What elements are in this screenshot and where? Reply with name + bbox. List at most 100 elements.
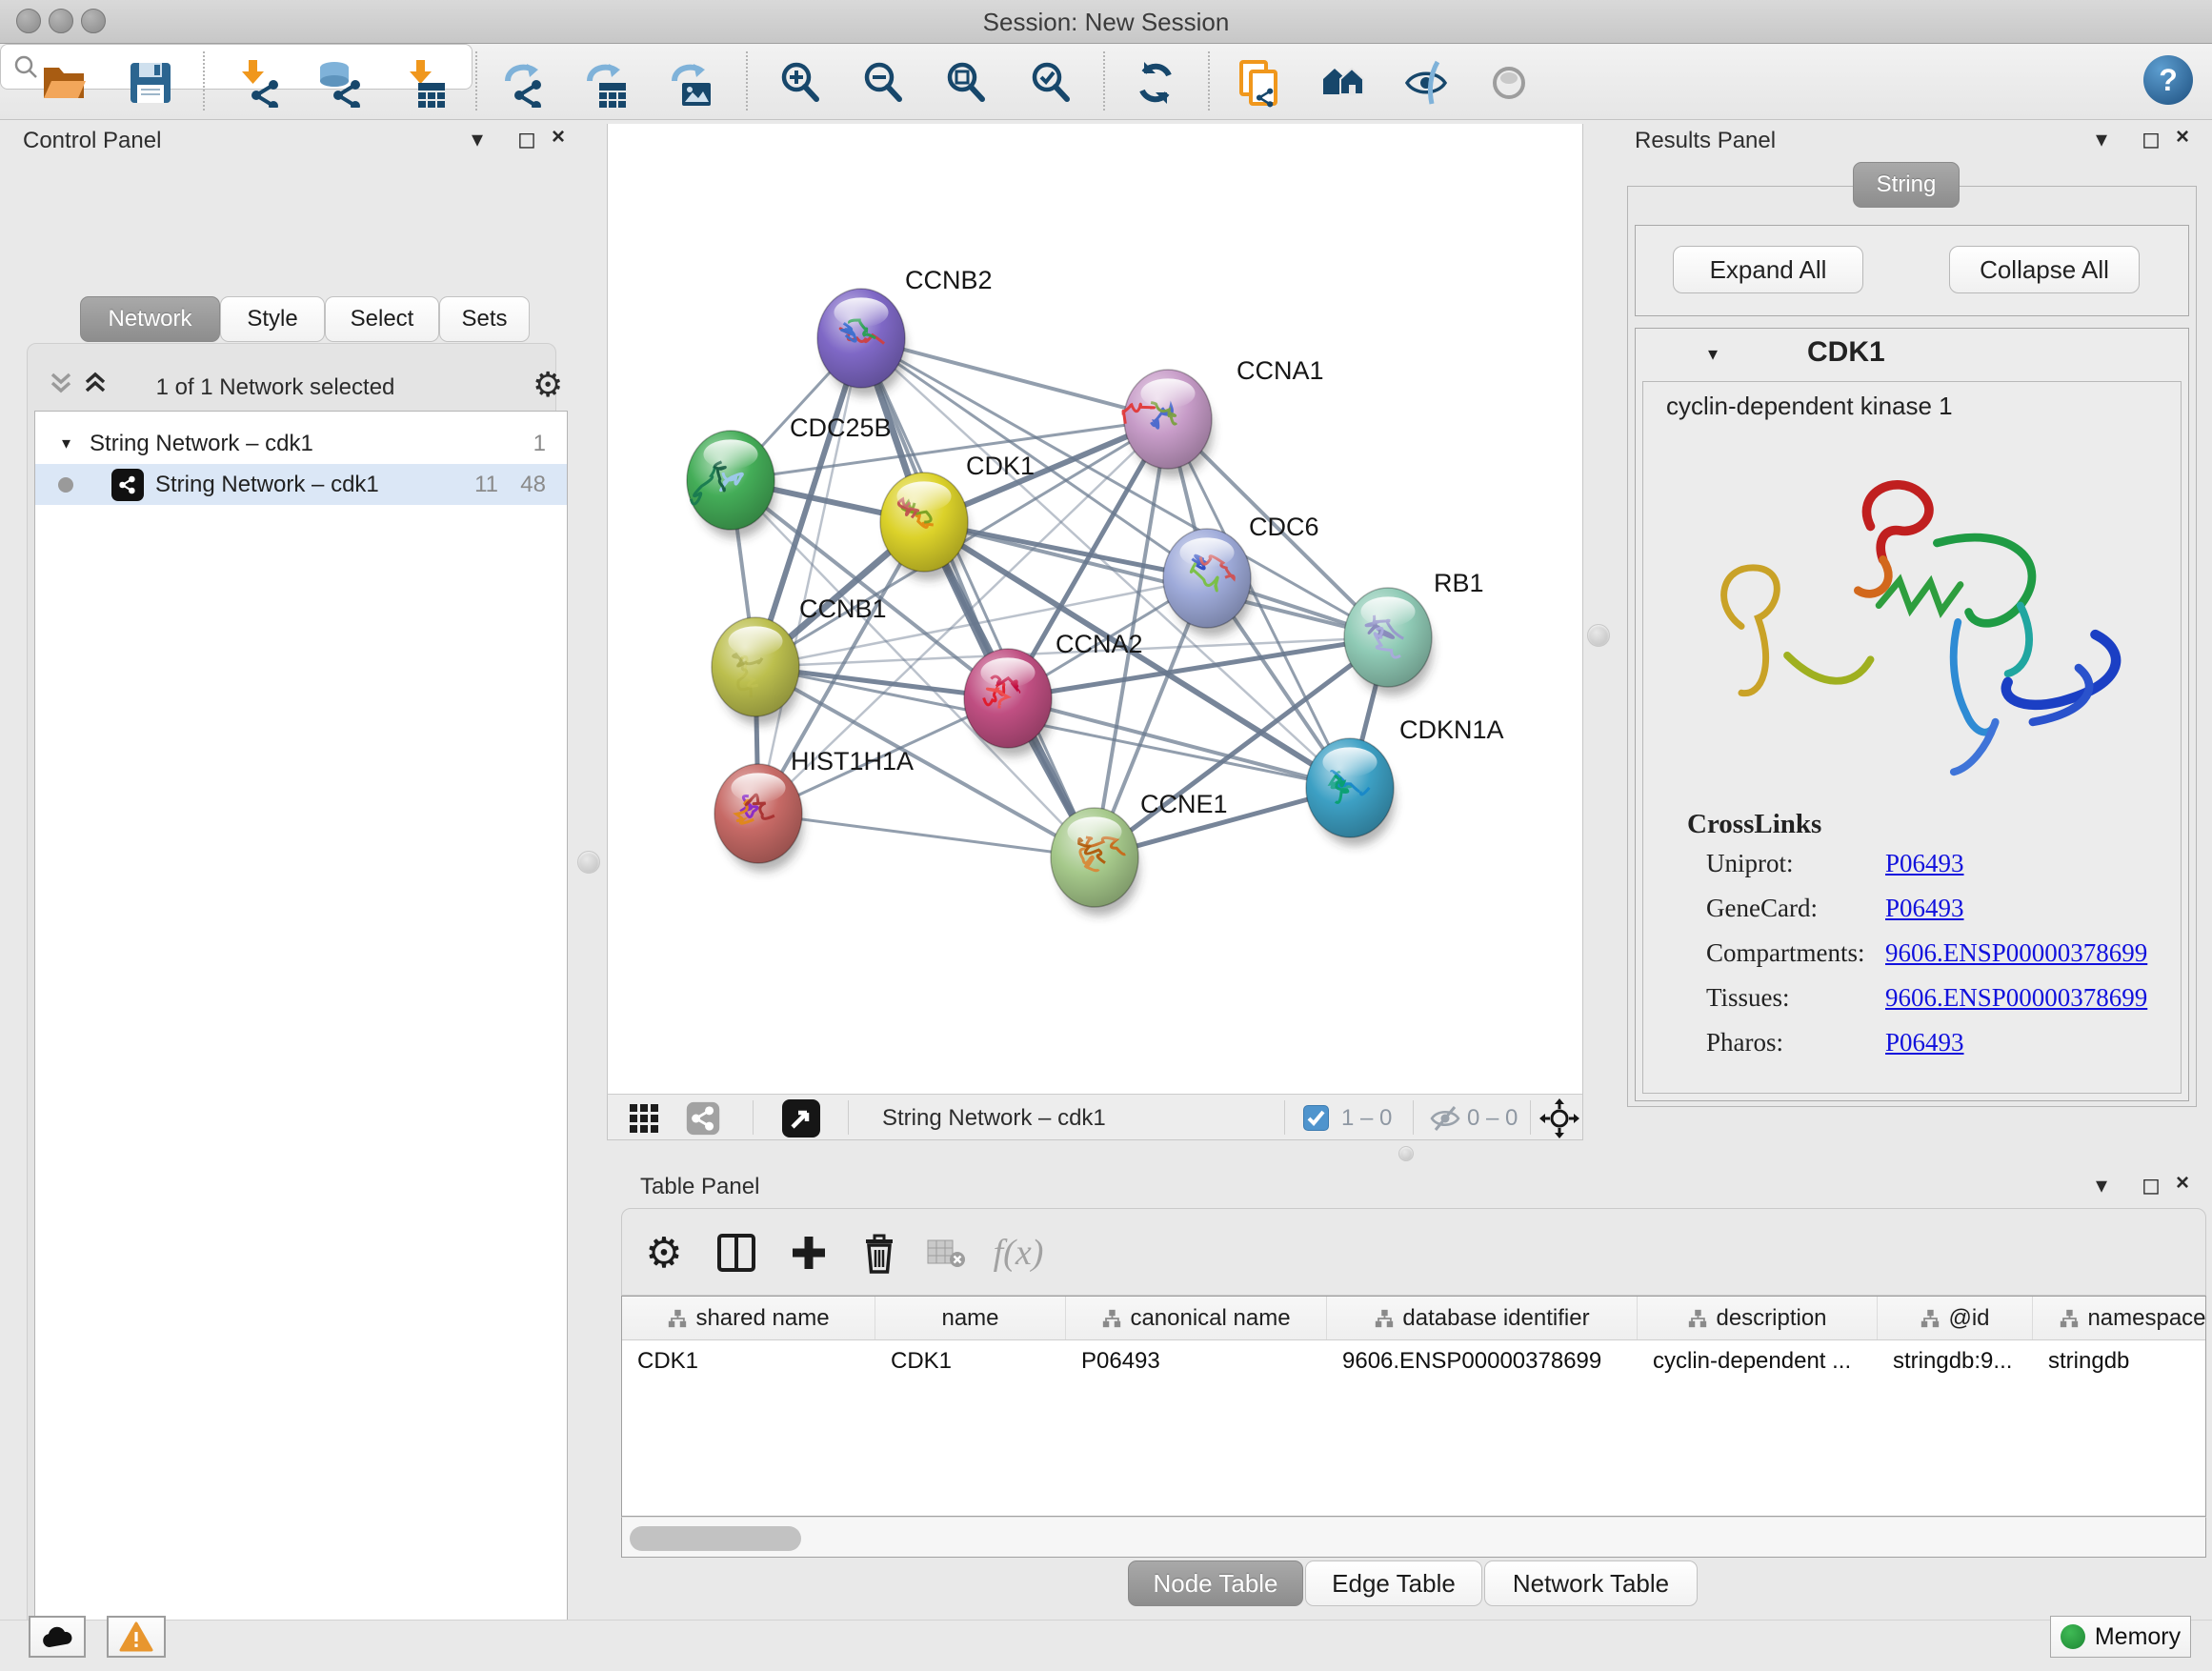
control-panel-collapse-icon[interactable]: ▾ xyxy=(472,126,483,153)
tab-select[interactable]: Select xyxy=(325,296,439,342)
horizontal-splitter-handle[interactable] xyxy=(1398,1146,1414,1161)
refresh-view-button[interactable] xyxy=(1128,55,1183,111)
node-CCNB2[interactable] xyxy=(817,289,906,396)
node-RB1[interactable] xyxy=(1344,588,1433,695)
node-CDK1[interactable] xyxy=(880,473,969,580)
table-cell[interactable]: CDK1 xyxy=(875,1340,1066,1382)
birds-eye-view-icon[interactable] xyxy=(781,1098,821,1138)
tab-style[interactable]: Style xyxy=(220,296,325,342)
table-cell[interactable]: cyclin-dependent ... xyxy=(1638,1340,1878,1382)
table-cell[interactable]: stringdb xyxy=(2033,1340,2206,1382)
crosslink-value-link[interactable]: P06493 xyxy=(1885,1028,1964,1057)
cloud-status-button[interactable] xyxy=(29,1616,86,1658)
tab-sets[interactable]: Sets xyxy=(439,296,530,342)
table-panel-collapse-icon[interactable]: ▾ xyxy=(2096,1172,2107,1199)
results-panel-float-icon[interactable]: ◻ xyxy=(2142,126,2161,153)
first-neighbors-button[interactable] xyxy=(1317,55,1372,111)
export-image-button[interactable] xyxy=(664,55,719,111)
table-cell[interactable]: stringdb:9... xyxy=(1878,1340,2033,1382)
edge-HIST1H1A-CCNE1[interactable] xyxy=(758,814,1095,857)
tab-string[interactable]: String xyxy=(1853,162,1960,208)
scrollbar-thumb[interactable] xyxy=(630,1526,801,1551)
node-HIST1H1A[interactable] xyxy=(714,764,803,872)
selected-nodes-checkbox[interactable] xyxy=(1303,1105,1329,1131)
column-header-canonical-name[interactable]: canonical name xyxy=(1066,1297,1327,1339)
hide-selected-button[interactable] xyxy=(1400,55,1456,111)
export-network-button[interactable] xyxy=(497,55,553,111)
zoom-in-button[interactable] xyxy=(773,55,828,111)
warning-button[interactable] xyxy=(107,1616,166,1658)
delete-column-trash-icon[interactable] xyxy=(853,1226,906,1279)
create-column-plus-icon[interactable] xyxy=(782,1226,835,1279)
import-table-file-button[interactable] xyxy=(398,55,453,111)
crosslinks-title: CrossLinks xyxy=(1687,809,1821,840)
column-header--id[interactable]: @id xyxy=(1878,1297,2033,1339)
control-panel-float-icon[interactable]: ◻ xyxy=(517,126,536,153)
zoom-out-button[interactable] xyxy=(855,55,911,111)
share-view-icon[interactable] xyxy=(686,1101,720,1136)
collapse-all-button[interactable]: Collapse All xyxy=(1949,246,2140,293)
tree-expander-icon[interactable]: ▾ xyxy=(62,433,70,453)
node-CCNB1[interactable] xyxy=(712,617,800,725)
table-cell[interactable]: CDK1 xyxy=(622,1340,875,1382)
network-canvas[interactable]: CCNB2CCNA1CDC25BCDK1CDC6RB1CCNB1CCNA2CDK… xyxy=(607,124,1583,1094)
save-session-button[interactable] xyxy=(123,55,178,111)
table-cell[interactable]: 9606.ENSP00000378699 xyxy=(1327,1340,1638,1382)
memory-button[interactable]: Memory xyxy=(2050,1616,2191,1658)
column-header-database-identifier[interactable]: database identifier xyxy=(1327,1297,1638,1339)
table-cell[interactable]: P06493 xyxy=(1066,1340,1327,1382)
crosslink-value-link[interactable]: 9606.ENSP00000378699 xyxy=(1885,938,2147,968)
column-header-namespace[interactable]: namespace xyxy=(2033,1297,2206,1339)
network-options-gear-icon[interactable]: ⚙ xyxy=(533,365,563,405)
node-CDC25B[interactable] xyxy=(687,431,775,538)
crosslink-value-link[interactable]: 9606.ENSP00000378699 xyxy=(1885,983,2147,1013)
column-header-shared-name[interactable]: shared name xyxy=(622,1297,875,1339)
column-header-name[interactable]: name xyxy=(875,1297,1066,1339)
import-network-database-button[interactable] xyxy=(311,55,366,111)
node-CCNE1[interactable] xyxy=(1051,808,1139,916)
table-panel-close-icon[interactable]: × xyxy=(2176,1170,2189,1197)
control-panel-close-icon[interactable]: × xyxy=(552,124,565,151)
tab-network[interactable]: Network xyxy=(80,296,220,342)
zoom-fit-content-icon xyxy=(941,58,991,108)
tab-network-table[interactable]: Network Table xyxy=(1484,1560,1698,1606)
edge-CCNB2-HIST1H1A[interactable] xyxy=(758,338,861,814)
table-panel-float-icon[interactable]: ◻ xyxy=(2142,1172,2161,1199)
crosslink-value-link[interactable]: P06493 xyxy=(1885,849,1964,878)
left-splitter-handle[interactable] xyxy=(577,851,600,874)
results-panel-collapse-icon[interactable]: ▾ xyxy=(2096,126,2107,153)
function-builder-icon: f(x) xyxy=(992,1226,1045,1279)
crosslink-value-link[interactable]: P06493 xyxy=(1885,894,1964,923)
node-CDKN1A[interactable] xyxy=(1306,738,1395,846)
zoom-fit-content-button[interactable] xyxy=(938,55,994,111)
tab-node-table[interactable]: Node Table xyxy=(1128,1560,1303,1606)
search-icon xyxy=(12,53,39,80)
open-session-button[interactable] xyxy=(37,55,92,111)
results-panel-close-icon[interactable]: × xyxy=(2176,124,2189,151)
expand-all-button[interactable]: Expand All xyxy=(1673,246,1863,293)
show-columns-icon[interactable] xyxy=(710,1226,763,1279)
node-CCNA1[interactable] xyxy=(1123,370,1213,477)
table-options-gear-icon[interactable]: ⚙ xyxy=(637,1226,691,1279)
zoom-selected-button[interactable] xyxy=(1023,55,1078,111)
right-splitter-handle[interactable] xyxy=(1587,624,1610,647)
fit-selected-crosshair-icon[interactable] xyxy=(1539,1098,1579,1138)
protein-section-expander-icon[interactable]: ▾ xyxy=(1708,342,1718,366)
grid-view-icon[interactable] xyxy=(629,1103,659,1134)
column-header-description[interactable]: description xyxy=(1638,1297,1878,1339)
network-collection-row[interactable]: ▾ String Network – cdk1 1 xyxy=(35,423,567,464)
edge-CCNB2-CCNE1[interactable] xyxy=(861,338,1095,857)
import-network-file-button[interactable] xyxy=(231,55,286,111)
help-button[interactable]: ? xyxy=(2143,55,2193,105)
node-CDC6[interactable] xyxy=(1163,529,1252,636)
string-network-badge-icon xyxy=(111,469,144,501)
network-row-selected[interactable]: String Network – cdk1 11 48 xyxy=(35,464,567,505)
string-import-button[interactable] xyxy=(1232,55,1287,111)
table-horizontal-scrollbar[interactable] xyxy=(621,1517,2206,1558)
show-all-button[interactable] xyxy=(1483,55,1538,111)
edge-CCNB2-CCNA1[interactable] xyxy=(861,338,1168,419)
table-row[interactable]: CDK1CDK1P064939606.ENSP00000378699cyclin… xyxy=(622,1340,2205,1382)
tab-edge-table[interactable]: Edge Table xyxy=(1305,1560,1482,1606)
export-table-button[interactable] xyxy=(579,55,634,111)
node-CCNA2[interactable] xyxy=(964,649,1053,756)
